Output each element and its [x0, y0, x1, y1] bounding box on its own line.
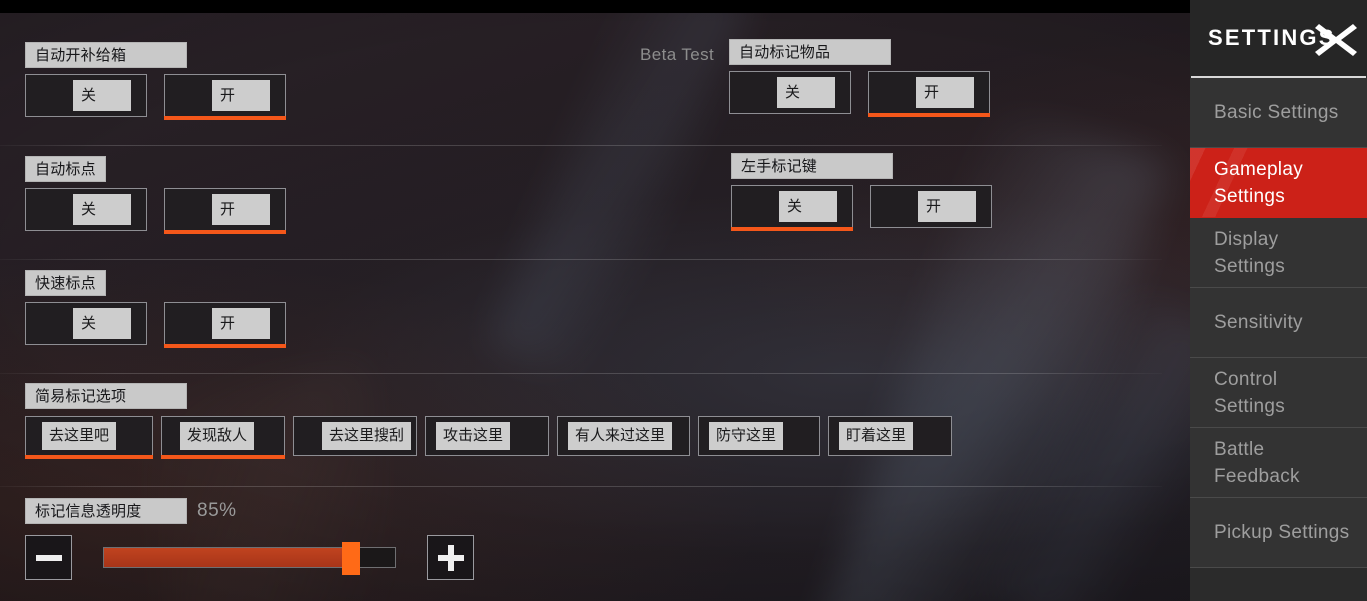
toggle-off[interactable]: 关: [25, 188, 147, 231]
sidebar-item-basic-settings[interactable]: Basic Settings: [1190, 78, 1367, 148]
toggle-off-label: 关: [73, 308, 131, 339]
increase-button[interactable]: [427, 535, 474, 580]
quick-mark-options-label: 简易标记选项: [25, 383, 187, 409]
toggle-on-label: 开: [212, 80, 270, 111]
toggle-group: 关 开: [25, 188, 286, 234]
sidebar-item-label: Control Settings: [1214, 368, 1286, 417]
quick-mark-chip[interactable]: 发现敌人: [161, 416, 285, 459]
sidebar-item-label: Battle Feedback: [1214, 438, 1300, 487]
option-label: 自动开补给箱: [25, 42, 187, 68]
toggle-on-label: 开: [916, 77, 974, 108]
toggle-off-label: 关: [777, 77, 835, 108]
chip-label: 有人来过这里: [568, 422, 673, 450]
minus-icon: [35, 545, 62, 571]
quick-mark-chip-group: 去这里吧 发现敌人 去这里搜刮 攻击这里 有人来过这里 防守这里 盯着这里: [25, 416, 952, 459]
quick-mark-chip[interactable]: 防守这里: [698, 416, 820, 456]
toggle-group: 关 开: [731, 185, 992, 231]
chip-label: 攻击这里: [436, 422, 511, 450]
option-label: 快速标点: [25, 270, 106, 296]
toggle-off[interactable]: 关: [25, 302, 147, 345]
toggle-off[interactable]: 关: [25, 74, 147, 117]
toggle-on[interactable]: 开: [164, 302, 286, 348]
chip-label: 防守这里: [709, 422, 784, 450]
option-label: 自动标点: [25, 156, 106, 182]
settings-content-panel: Beta Test 自动开补给箱 关 开 自动标点 关 开 快速标点 关 开 自…: [0, 13, 1190, 601]
quick-mark-chip[interactable]: 去这里吧: [25, 416, 153, 459]
sidebar-item-battle-feedback[interactable]: Battle Feedback: [1190, 428, 1367, 498]
option-row-auto-mark-item: 自动标记物品 关 开: [729, 39, 990, 117]
chip-label: 盯着这里: [839, 422, 914, 450]
option-row-auto-open-supply-box: 自动开补给箱 关 开: [25, 42, 286, 120]
slider-label: 标记信息透明度: [25, 498, 187, 524]
sidebar-item-sensitivity[interactable]: Sensitivity: [1190, 288, 1367, 358]
top-black-bar: [0, 0, 1367, 13]
chip-label: 去这里搜刮: [322, 422, 412, 450]
quick-mark-options-row: 简易标记选项 去这里吧 发现敌人 去这里搜刮 攻击这里 有人来过这里 防守这里 …: [25, 383, 952, 459]
sidebar-item-label: Sensitivity: [1214, 312, 1303, 333]
sidebar-item-pickup-settings[interactable]: Pickup Settings: [1190, 498, 1367, 568]
slider-track-wrapper[interactable]: [103, 535, 396, 580]
toggle-group: 关 开: [729, 71, 990, 117]
toggle-off-label: 关: [73, 80, 131, 111]
quick-mark-chip[interactable]: 攻击这里: [425, 416, 549, 456]
toggle-off-label: 关: [73, 194, 131, 225]
sidebar-item-control-settings[interactable]: Control Settings: [1190, 358, 1367, 428]
sidebar-item-label: Gameplay Settings: [1214, 158, 1303, 207]
sidebar-header: SETTINGS: [1190, 0, 1367, 76]
option-row-quick-mark-point: 快速标点 关 开: [25, 270, 286, 348]
toggle-on-label: 开: [212, 194, 270, 225]
toggle-on[interactable]: 开: [868, 71, 990, 117]
sidebar-item-display-settings[interactable]: Display Settings: [1190, 218, 1367, 288]
slider-fill: [104, 548, 352, 567]
toggle-off-label: 关: [779, 191, 837, 222]
quick-mark-chip[interactable]: 去这里搜刮: [293, 416, 417, 456]
toggle-on[interactable]: 开: [164, 188, 286, 234]
section-divider: [0, 259, 1162, 260]
section-divider: [0, 373, 1162, 374]
chip-label: 发现敌人: [180, 422, 255, 450]
decrease-button[interactable]: [25, 535, 72, 580]
toggle-group: 关 开: [25, 302, 286, 348]
toggle-off[interactable]: 关: [731, 185, 853, 231]
close-x-icon[interactable]: [1313, 20, 1359, 60]
sidebar-item-gameplay-settings[interactable]: Gameplay Settings: [1190, 148, 1367, 218]
toggle-on[interactable]: 开: [164, 74, 286, 120]
section-divider: [0, 486, 1162, 487]
sidebar-item-label: Basic Settings: [1214, 102, 1339, 123]
option-label: 自动标记物品: [729, 39, 891, 65]
quick-mark-chip[interactable]: 有人来过这里: [557, 416, 690, 456]
option-label: 左手标记键: [731, 153, 893, 179]
plus-icon: [437, 544, 464, 571]
mark-info-opacity-row: 标记信息透明度 85%: [25, 498, 474, 580]
slider-value-text: 85%: [197, 500, 237, 521]
sidebar-item-label: Pickup Settings: [1214, 522, 1350, 543]
quick-mark-chip[interactable]: 盯着这里: [828, 416, 952, 456]
chip-label: 去这里吧: [42, 422, 117, 450]
beta-test-tag: Beta Test: [640, 45, 715, 64]
slider-thumb[interactable]: [342, 542, 361, 575]
slider-control: [25, 535, 474, 580]
section-divider: [0, 145, 1162, 146]
slider-header: 标记信息透明度 85%: [25, 498, 474, 524]
toggle-on-label: 开: [918, 191, 976, 222]
slider-track[interactable]: [103, 542, 396, 575]
toggle-on[interactable]: 开: [870, 185, 992, 228]
sidebar-item-label: Display Settings: [1214, 228, 1286, 277]
option-row-left-hand-mark-key: 左手标记键 关 开: [731, 153, 992, 231]
option-row-auto-mark-point: 自动标点 关 开: [25, 156, 286, 234]
toggle-on-label: 开: [212, 308, 270, 339]
toggle-off[interactable]: 关: [729, 71, 851, 114]
toggle-group: 关 开: [25, 74, 286, 120]
settings-sidebar: SETTINGS Basic Settings Gameplay Setting…: [1190, 0, 1367, 601]
